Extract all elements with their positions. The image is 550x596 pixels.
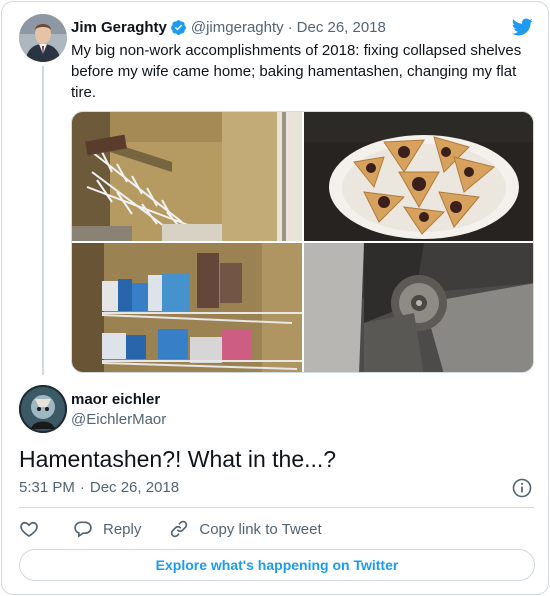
link-icon (171, 520, 188, 538)
reply-bubble-icon (74, 521, 92, 538)
parent-tweet-text: My big non-work accomplishments of 2018:… (71, 42, 522, 101)
parent-tweet-header: Jim Geraghty @jimgeraghty · Dec 26, 2018 (71, 16, 386, 38)
tweet-embed-card: Jim Geraghty @jimgeraghty · Dec 26, 2018… (1, 1, 549, 595)
thread-connector-line (42, 66, 44, 375)
tweet-actions-bar: Reply Copy link to Tweet (19, 517, 322, 541)
info-icon[interactable] (512, 478, 532, 498)
copy-link-button[interactable]: Copy link to Tweet (169, 519, 322, 539)
fixed-shelves-photo[interactable] (72, 243, 302, 372)
header-separator: · (287, 18, 293, 36)
reply-author-avatar[interactable] (19, 385, 67, 433)
flat-tire-photo[interactable] (304, 243, 533, 372)
parent-author-name[interactable]: Jim Geraghty (71, 19, 167, 36)
explore-twitter-button[interactable]: Explore what's happening on Twitter (19, 549, 535, 581)
reply-label: Reply (103, 520, 142, 538)
like-button[interactable] (19, 519, 39, 539)
collapsed-shelves-photo[interactable] (72, 112, 302, 241)
verified-badge-icon (170, 19, 187, 36)
reply-tweet-text: Hamentashen?! What in the...? (19, 446, 337, 472)
parent-author-avatar[interactable] (19, 14, 67, 62)
reply-timestamp[interactable]: 5:31 PM · Dec 26, 2018 (19, 479, 179, 496)
action-divider (19, 507, 534, 508)
parent-tweet-date[interactable]: Dec 26, 2018 (297, 19, 386, 36)
reply-author-name[interactable]: maor eichler (71, 391, 160, 408)
hamentashen-photo[interactable] (304, 112, 533, 241)
parent-author-handle[interactable]: @jimgeraghty (191, 19, 284, 36)
copy-link-label: Copy link to Tweet (199, 520, 322, 538)
reply-author-handle[interactable]: @EichlerMaor (71, 411, 166, 428)
reply-time: 5:31 PM (19, 479, 75, 496)
reply-date: Dec 26, 2018 (89, 479, 180, 496)
reply-button[interactable]: Reply (73, 519, 141, 539)
twitter-bird-icon[interactable] (510, 16, 534, 38)
heart-icon (20, 521, 38, 538)
tweet-media-grid[interactable] (71, 111, 534, 373)
timestamp-separator: · (79, 479, 85, 496)
